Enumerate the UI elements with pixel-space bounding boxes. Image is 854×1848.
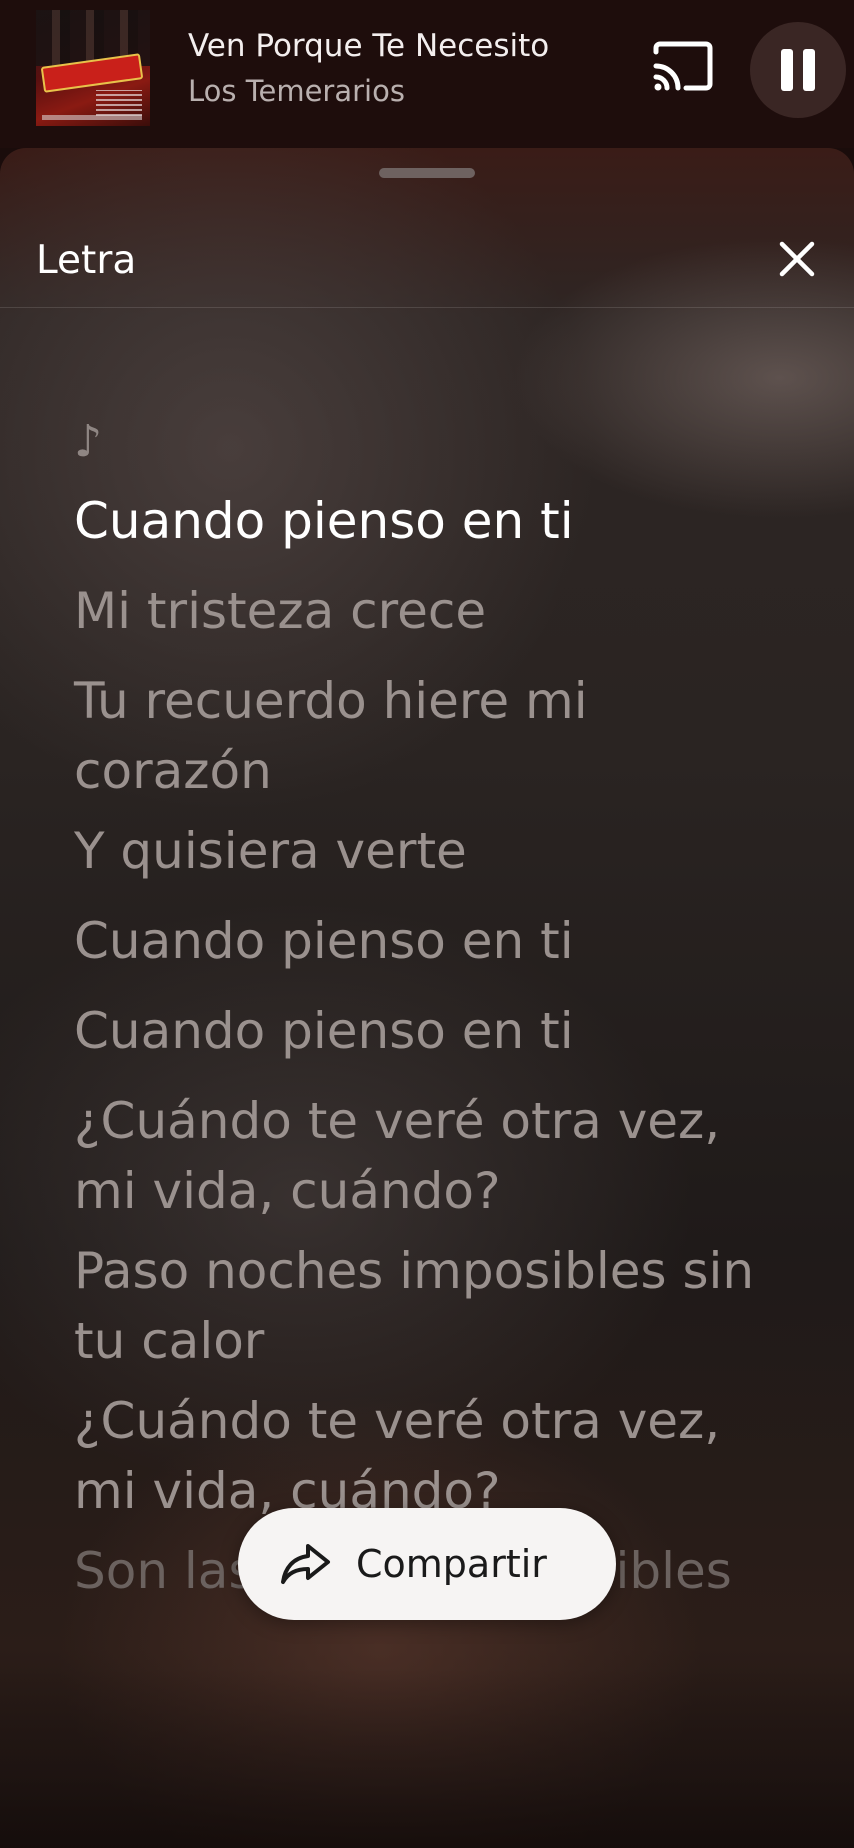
song-artist[interactable]: Los Temerarios bbox=[188, 74, 405, 108]
pause-button[interactable] bbox=[750, 22, 846, 118]
pause-icon bbox=[803, 49, 815, 91]
album-cover[interactable] bbox=[36, 10, 150, 126]
sheet-header: Letra bbox=[0, 208, 854, 308]
lyric-line[interactable]: Cuando pienso en ti bbox=[74, 906, 764, 976]
lyric-line[interactable]: Paso noches imposibles sin tu calor bbox=[74, 1236, 764, 1376]
close-icon bbox=[779, 241, 815, 277]
sheet-title: Letra bbox=[36, 238, 137, 283]
share-icon bbox=[281, 1544, 330, 1584]
album-footer bbox=[42, 115, 142, 120]
music-note-icon: ♪ bbox=[74, 416, 103, 467]
lyric-line[interactable]: ¿Cuándo te veré otra vez, mi vida, cuánd… bbox=[74, 1386, 764, 1526]
song-title[interactable]: Ven Porque Te Necesito bbox=[188, 28, 549, 64]
share-label: Compartir bbox=[356, 1542, 547, 1586]
album-tracklist bbox=[96, 90, 142, 116]
lyrics-screen: Ven Porque Te Necesito Los Temerarios Le… bbox=[0, 0, 854, 1848]
lyric-line[interactable]: Tu recuerdo hiere mi corazón bbox=[74, 666, 764, 806]
close-button[interactable] bbox=[770, 232, 824, 286]
lyric-line[interactable]: Mi tristeza crece bbox=[74, 576, 764, 646]
cast-icon bbox=[653, 41, 713, 91]
sheet-drag-handle[interactable] bbox=[379, 168, 475, 178]
lyric-line[interactable]: Cuando pienso en ti bbox=[74, 486, 764, 556]
share-button[interactable]: Compartir bbox=[238, 1508, 616, 1620]
lyric-line[interactable]: Y quisiera verte bbox=[74, 816, 764, 886]
lyric-line[interactable]: Cuando pienso en ti bbox=[74, 996, 764, 1066]
mini-player[interactable]: Ven Porque Te Necesito Los Temerarios bbox=[0, 0, 854, 148]
cast-button[interactable] bbox=[650, 40, 716, 100]
bottom-fade bbox=[0, 1668, 854, 1848]
pause-icon bbox=[781, 49, 793, 91]
lyric-line[interactable]: ¿Cuándo te veré otra vez, mi vida, cuánd… bbox=[74, 1086, 764, 1226]
